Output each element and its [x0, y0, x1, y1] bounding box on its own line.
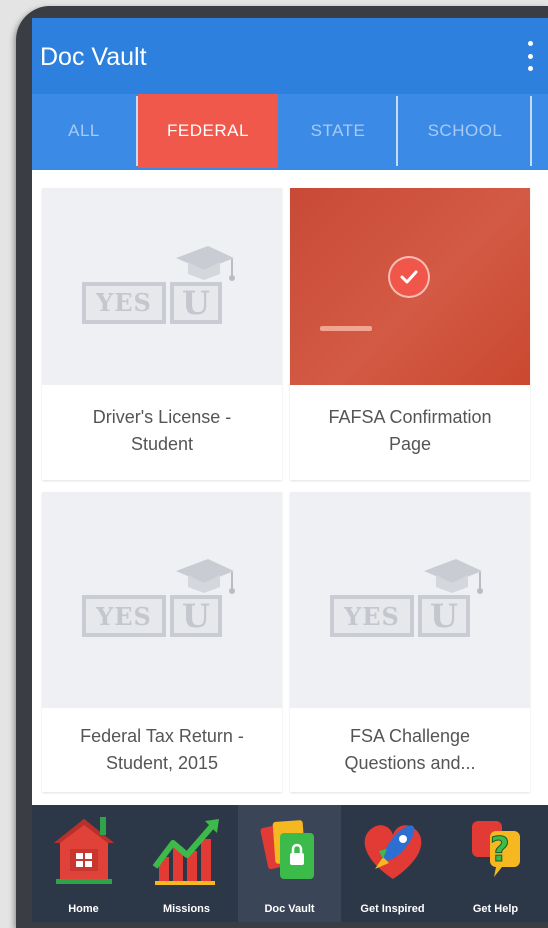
graduation-cap-icon: [176, 559, 235, 594]
tab-label: ALL: [68, 121, 100, 140]
tab-label: FEDERAL: [167, 121, 249, 140]
graduation-cap-icon: [176, 245, 235, 281]
nav-label: Home: [68, 903, 99, 915]
chart-icon: [152, 819, 219, 885]
page-title: Doc Vault: [40, 42, 147, 71]
nav-get-inspired[interactable]: Get Inspired: [341, 805, 444, 922]
nav-missions[interactable]: Missions: [135, 805, 238, 922]
tab-label: STATE: [310, 121, 366, 140]
graduation-cap-icon: [424, 559, 483, 594]
yes-u-logo: YES U: [82, 555, 242, 645]
document-title: Driver's License - Student: [92, 407, 232, 454]
home-icon: [53, 817, 114, 884]
yes-u-logo: YES U: [82, 242, 242, 332]
document-thumbnail: YES U: [290, 492, 530, 708]
document-card[interactable]: YES U FSA Challenge Questions and...: [290, 492, 530, 792]
document-card-selected[interactable]: FAFSA Confirmation Page: [290, 188, 530, 480]
document-thumbnail: [290, 188, 530, 385]
doc-vault-icon: [260, 820, 314, 879]
nav-doc-vault[interactable]: Doc Vault: [238, 805, 341, 922]
rocket-heart-icon: [364, 825, 421, 879]
thumbnail-mark: [320, 326, 372, 331]
category-tabs: ALL FEDERAL STATE SCHOOL: [32, 94, 548, 248]
document-title: Federal Tax Return - Student, 2015: [80, 726, 244, 773]
overflow-menu-button[interactable]: [522, 38, 538, 74]
app-bar: Doc Vault: [32, 18, 548, 94]
bottom-navigation: Home Missions Doc Vault Get Inspired ? G…: [32, 805, 548, 922]
document-grid: YES U Driver's License - Student FAFSA C…: [32, 170, 548, 805]
document-title: FAFSA Confirmation Page: [328, 407, 492, 454]
document-card[interactable]: YES U Driver's License - Student: [42, 188, 282, 480]
tab-school[interactable]: SCHOOL: [400, 96, 532, 166]
tab-label: SCHOOL: [427, 121, 503, 140]
yes-u-logo: YES U: [330, 555, 490, 645]
nav-label: Get Inspired: [360, 903, 425, 915]
tab-all[interactable]: ALL: [32, 96, 138, 166]
document-card[interactable]: YES U Federal Tax Return - Student, 2015: [42, 492, 282, 792]
nav-label: Missions: [162, 903, 211, 915]
app-screen: Doc Vault ALL FEDERAL STATE SCHOOL YES U…: [32, 18, 548, 922]
nav-home[interactable]: Home: [32, 805, 135, 922]
tab-federal[interactable]: FEDERAL: [138, 94, 278, 168]
document-thumbnail: YES U: [42, 492, 282, 708]
document-title: FSA Challenge Questions and...: [344, 726, 476, 773]
help-icon: ?: [471, 821, 520, 877]
checkmark-icon: [388, 256, 430, 298]
nav-label: Get Help: [472, 903, 519, 915]
tab-state[interactable]: STATE: [280, 96, 398, 166]
svg-text:?: ?: [490, 830, 510, 870]
menu-dot-icon: [527, 41, 533, 46]
nav-get-help[interactable]: ? Get Help: [444, 805, 547, 922]
menu-dot-icon: [527, 66, 533, 71]
menu-dot-icon: [527, 53, 533, 59]
nav-label: Doc Vault: [264, 903, 315, 915]
document-thumbnail: YES U: [42, 188, 282, 385]
